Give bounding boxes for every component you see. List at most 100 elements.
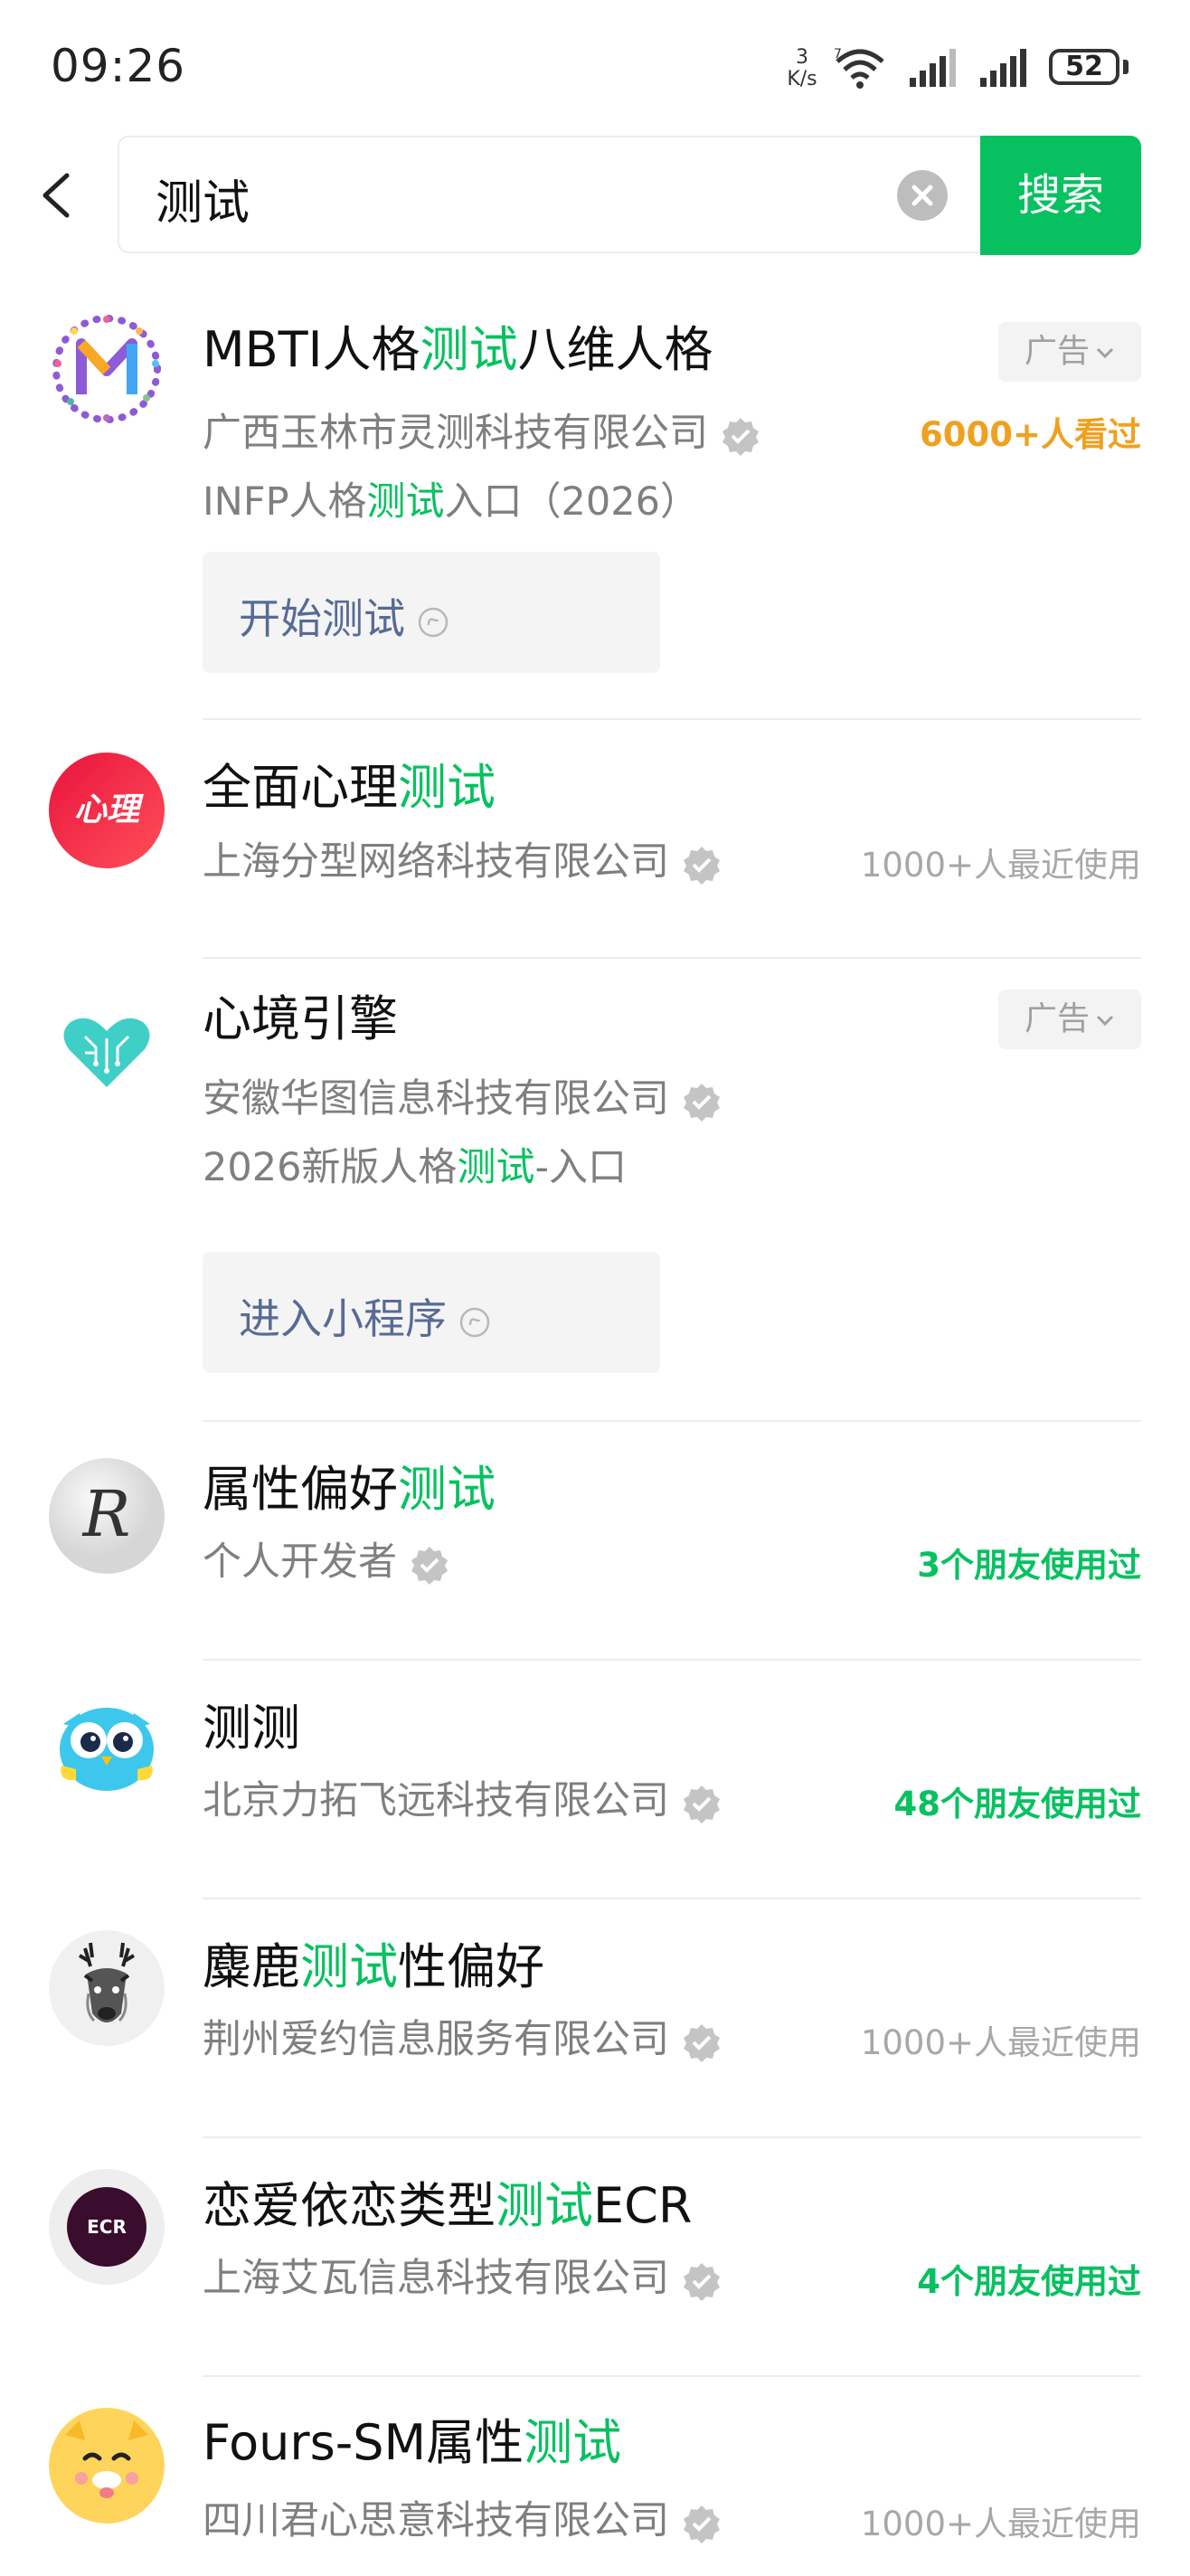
list-item[interactable]: 心境引擎 广告 安徽华图信息科技有限公司 2026新版人格测试-入口 进入小程序 (0, 959, 1190, 1422)
result-title[interactable]: 属性偏好测试 (203, 1449, 496, 1520)
result-company: 四川君心思意科技有限公司 (203, 2489, 722, 2545)
title-text: ECR (593, 2177, 693, 2234)
company-name: 北京力拓飞远科技有限公司 (203, 1778, 669, 1823)
verified-icon (722, 417, 759, 456)
action-label: 开始测试 (239, 594, 405, 643)
ad-badge-label: 广告 (1024, 1000, 1090, 1037)
result-company: 广西玉林市灵测科技有限公司 (203, 402, 760, 458)
list-item[interactable]: MBTI人格测试八维人格 广告 广西玉林市灵测科技有限公司 6000+人看过 I… (0, 293, 1190, 720)
desc-text: INFP人格 (203, 479, 367, 525)
signal-icon-2 (980, 49, 1026, 87)
result-title[interactable]: MBTI人格测试八维人格 (203, 309, 713, 381)
result-company: 上海艾瓦信息科技有限公司 (203, 2247, 722, 2303)
title-text: 八维人格 (517, 321, 713, 378)
usage-count: 1000+人最近使用 (860, 2023, 1141, 2062)
usage-count: 1000+人最近使用 (860, 2505, 1141, 2543)
result-company: 个人开发者 (203, 1530, 449, 1586)
network-speed: 3 K/s (781, 47, 823, 90)
chevron-down-icon (1096, 1015, 1114, 1027)
company-name: 安徽华图信息科技有限公司 (203, 1076, 669, 1122)
status-time: 09:26 (51, 40, 186, 92)
title-highlight: 测试 (524, 2414, 622, 2471)
friends-used: 3个朋友使用过 (917, 1546, 1141, 1585)
company-name: 上海艾瓦信息科技有限公司 (203, 2256, 669, 2301)
company-name: 荆州爱约信息服务有限公司 (203, 2017, 669, 2062)
verified-icon (684, 2023, 720, 2062)
back-arrow-icon[interactable] (33, 168, 87, 223)
title-highlight: 测试 (420, 321, 518, 378)
network-speed-value: 3 (796, 46, 808, 69)
list-item[interactable]: R 属性偏好测试 个人开发者 3个朋友使用过 (0, 1422, 1190, 1661)
network-speed-unit: K/s (787, 68, 817, 90)
title-highlight: 测试 (300, 1938, 398, 1995)
r-script-avatar: R (49, 1458, 165, 1574)
title-text: 恋爱依恋类型 (203, 2177, 496, 2234)
title-text: MBTI人格 (203, 321, 420, 378)
action-label: 进入小程序 (239, 1294, 447, 1343)
result-company: 北京力拓飞远科技有限公司 (203, 1769, 722, 1825)
svg-text:R: R (81, 1477, 131, 1551)
ad-badge[interactable]: 广告 (998, 990, 1141, 1049)
mini-program-icon (459, 1307, 490, 1337)
verified-icon (411, 1546, 448, 1585)
result-company: 荆州爱约信息服务有限公司 (203, 2008, 722, 2064)
start-test-button[interactable]: 开始测试 (203, 552, 660, 673)
desc-highlight: 测试 (457, 1145, 535, 1190)
title-highlight: 测试 (398, 1461, 496, 1518)
clear-icon[interactable] (897, 170, 948, 221)
list-item[interactable]: 心理 全面心理测试 上海分型网络科技有限公司 1000+人最近使用 (0, 720, 1190, 959)
friends-used: 48个朋友使用过 (893, 1785, 1142, 1823)
title-text: 测测 (203, 1700, 300, 1757)
result-company: 上海分型网络科技有限公司 (203, 830, 722, 886)
result-company: 安徽华图信息科技有限公司 (203, 1067, 722, 1123)
ecr-avatar-text: ECR (67, 2187, 146, 2267)
enter-mini-program-button[interactable]: 进入小程序 (203, 1252, 660, 1373)
title-text: 属性偏好 (203, 1461, 398, 1518)
search-query[interactable]: 测试 (156, 165, 250, 232)
cartoon-face-avatar (49, 2408, 165, 2524)
verified-icon (684, 1785, 720, 1823)
verified-icon (684, 2262, 720, 2301)
wifi-icon: 7 (834, 47, 884, 89)
owl-avatar (49, 1688, 165, 1804)
mini-program-icon (418, 607, 449, 637)
mbti-logo-avatar (49, 311, 165, 427)
result-title[interactable]: 测测 (203, 1688, 300, 1759)
heart-circuit-avatar (49, 993, 165, 1109)
xinli-avatar: 心理 (49, 753, 165, 868)
result-title[interactable]: 麋鹿测试性偏好 (203, 1927, 544, 1998)
chevron-down-icon (1096, 347, 1114, 359)
list-item[interactable]: 麋鹿测试性偏好 荆州爱约信息服务有限公司 1000+人最近使用 (0, 1899, 1190, 2138)
verified-icon (684, 2505, 720, 2543)
list-item[interactable]: 测测 北京力拓飞远科技有限公司 48个朋友使用过 (0, 1661, 1190, 1899)
results-list: MBTI人格测试八维人格 广告 广西玉林市灵测科技有限公司 6000+人看过 I… (0, 293, 1190, 2576)
verified-icon (684, 1083, 720, 1122)
desc-text: 入口（2026） (444, 479, 699, 525)
company-name: 上海分型网络科技有限公司 (203, 839, 669, 885)
title-highlight: 测试 (398, 759, 496, 816)
ad-badge-label: 广告 (1024, 333, 1090, 370)
title-text: 全面心理 (203, 759, 398, 816)
list-item[interactable]: Fours-SM属性测试 四川君心思意科技有限公司 1000+人最近使用 (0, 2377, 1190, 2576)
title-text: 性偏好 (398, 1938, 544, 1995)
result-title[interactable]: 心境引擎 (203, 979, 398, 1050)
title-text: Fours-SM属性 (203, 2414, 524, 2471)
desc-text: -入口 (534, 1145, 627, 1190)
search-button[interactable]: 搜索 (980, 136, 1141, 255)
list-item[interactable]: ECR 恋爱依恋类型测试ECR 上海艾瓦信息科技有限公司 4个朋友使用过 (0, 2138, 1190, 2377)
desc-text: 2026新版人格 (203, 1145, 458, 1190)
company-name: 广西玉林市灵测科技有限公司 (203, 411, 708, 456)
title-highlight: 测试 (496, 2177, 593, 2234)
ad-badge[interactable]: 广告 (998, 322, 1141, 382)
company-name: 个人开发者 (203, 1539, 397, 1585)
result-title[interactable]: 全面心理测试 (203, 747, 496, 819)
battery-tip (1123, 60, 1129, 74)
result-title[interactable]: 恋爱依恋类型测试ECR (203, 2165, 692, 2237)
friends-used: 4个朋友使用过 (917, 2262, 1141, 2301)
title-text: 心境引擎 (203, 990, 398, 1047)
desc-highlight: 测试 (366, 479, 445, 525)
result-title[interactable]: Fours-SM属性测试 (203, 2402, 621, 2474)
ecr-avatar: ECR (49, 2169, 165, 2285)
result-description: INFP人格测试入口（2026） (203, 470, 699, 526)
result-description: 2026新版人格测试-入口 (203, 1136, 627, 1192)
